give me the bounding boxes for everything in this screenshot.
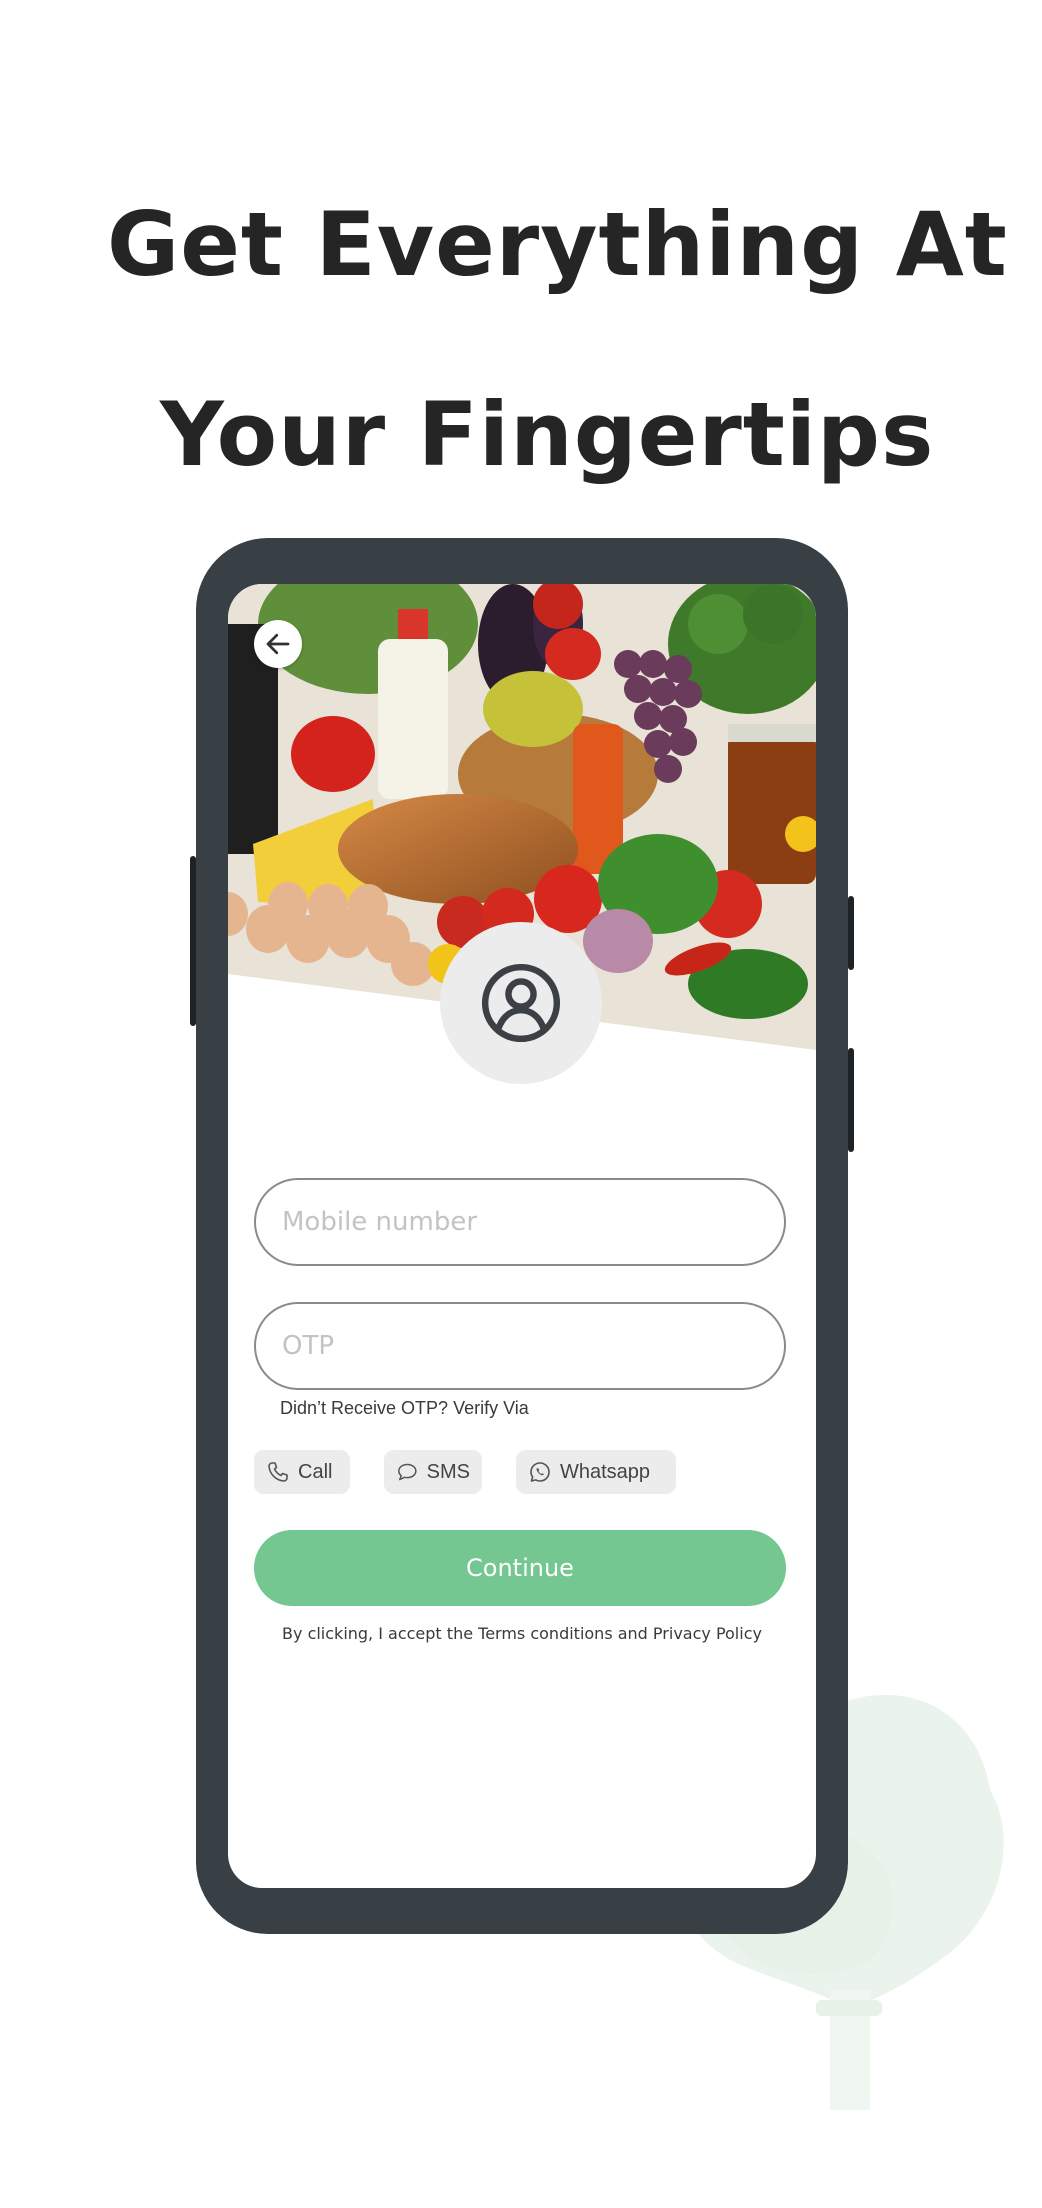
whatsapp-icon [530, 1462, 550, 1482]
phone-side-button [848, 1048, 854, 1152]
verify-whatsapp-button[interactable]: Whatsapp [516, 1450, 676, 1494]
verify-sms-button[interactable]: SMS [384, 1450, 482, 1494]
phone-screen: Didn’t Receive OTP? Verify Via Call SMS … [228, 584, 816, 1888]
avatar [440, 922, 602, 1084]
phone-mockup: Didn’t Receive OTP? Verify Via Call SMS … [190, 538, 854, 1934]
otp-hint-text: Didn’t Receive OTP? Verify Via [280, 1398, 529, 1418]
phone-icon [268, 1462, 288, 1482]
chat-bubble-icon [398, 1463, 417, 1481]
verify-whatsapp-label: Whatsapp [560, 1460, 651, 1483]
user-circle-icon [481, 963, 561, 1043]
headline-line-1: Get Everything At [107, 193, 1008, 296]
headline-line-2: Your Fingertips [160, 383, 935, 486]
verify-call-label: Call [298, 1460, 333, 1483]
terms-text: By clicking, I accept the Terms conditio… [282, 1624, 762, 1643]
verify-call-button[interactable]: Call [254, 1450, 350, 1494]
arrow-left-icon [266, 633, 290, 655]
mobile-number-input[interactable] [254, 1178, 786, 1266]
otp-input[interactable] [254, 1302, 786, 1390]
back-button[interactable] [254, 620, 302, 668]
continue-button[interactable]: Continue [254, 1530, 786, 1606]
phone-side-button [848, 896, 854, 970]
verify-sms-label: SMS [426, 1460, 470, 1483]
headline: Get Everything At Your Fingertips [0, 150, 1042, 530]
phone-side-button [190, 856, 196, 1026]
